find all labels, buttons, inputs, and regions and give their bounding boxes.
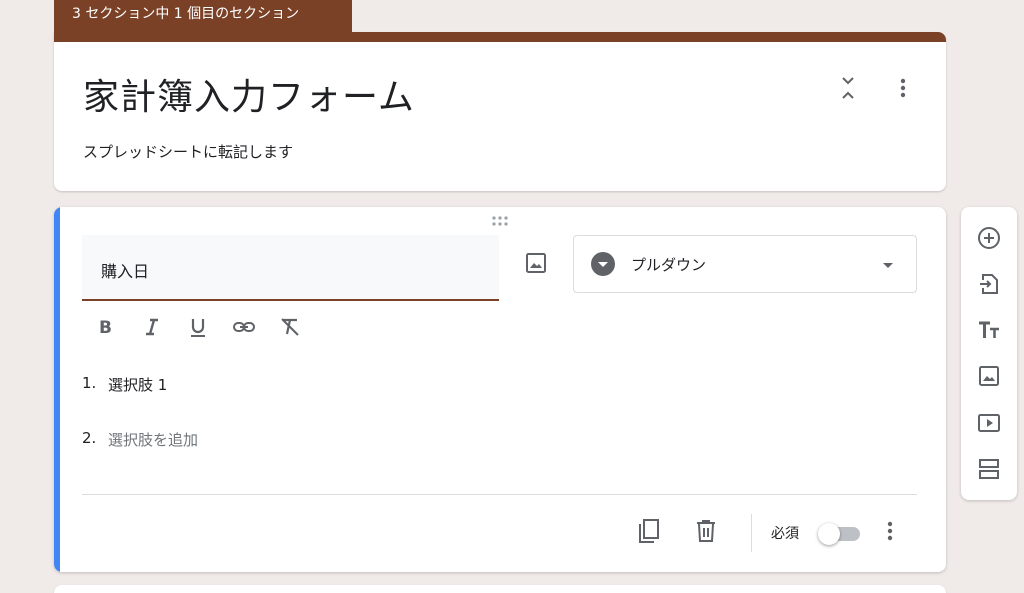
form-title[interactable]: 家計簿入力フォーム <box>83 68 415 120</box>
option-number: 1. <box>82 374 97 392</box>
question-title-input[interactable]: 購入日 <box>82 235 499 301</box>
footer-divider <box>82 494 917 495</box>
required-toggle[interactable] <box>818 523 862 545</box>
video-icon[interactable] <box>977 411 1001 435</box>
more-vert-icon[interactable] <box>893 76 913 100</box>
more-vert-icon[interactable] <box>880 519 900 543</box>
footer-separator <box>751 514 752 552</box>
italic-icon[interactable] <box>140 315 164 339</box>
question-type-label: プルダウン <box>631 256 707 274</box>
link-icon[interactable] <box>232 315 256 339</box>
image-icon[interactable] <box>524 251 548 275</box>
content-copy-icon[interactable] <box>636 517 662 545</box>
toggle-knob <box>818 523 840 545</box>
image-icon[interactable] <box>977 364 1001 388</box>
clear-format-icon[interactable] <box>278 315 302 339</box>
question-card[interactable]: 購入日 プルダウン B 1. 選択肢 1 2. 選択肢を追加 必須 <box>54 207 946 572</box>
underline-icon[interactable] <box>186 315 210 339</box>
active-indicator <box>54 207 60 572</box>
section-tab: 3 セクション中 1 個目のセクション <box>54 0 352 32</box>
section-icon[interactable] <box>977 457 1001 481</box>
question-title: 購入日 <box>101 262 150 281</box>
drag-handle-icon[interactable] <box>490 215 510 227</box>
next-question-card[interactable] <box>54 585 946 593</box>
section-tab-label: 3 セクション中 1 個目のセクション <box>72 6 300 22</box>
required-label: 必須 <box>771 526 799 542</box>
add-option-label[interactable]: 選択肢を追加 <box>108 429 198 450</box>
arrow-drop-down-circle-icon <box>590 251 616 277</box>
chevron-down-icon <box>879 256 897 274</box>
form-header-card[interactable]: 家計簿入力フォーム スプレッドシートに転記します <box>54 32 946 191</box>
side-toolbar <box>961 207 1017 500</box>
svg-text:B: B <box>99 318 112 338</box>
title-icon[interactable] <box>977 318 1001 342</box>
form-description[interactable]: スプレッドシートに転記します <box>83 141 293 162</box>
bold-icon[interactable]: B <box>94 315 118 339</box>
import-icon[interactable] <box>977 272 1001 296</box>
header-accent-bar <box>54 32 946 42</box>
option-label[interactable]: 選択肢 1 <box>108 374 167 395</box>
question-type-select[interactable]: プルダウン <box>573 235 917 293</box>
delete-icon[interactable] <box>694 518 718 544</box>
option-number: 2. <box>82 429 97 447</box>
add-circle-icon[interactable] <box>977 226 1001 250</box>
unfold-less-icon[interactable] <box>836 74 860 102</box>
